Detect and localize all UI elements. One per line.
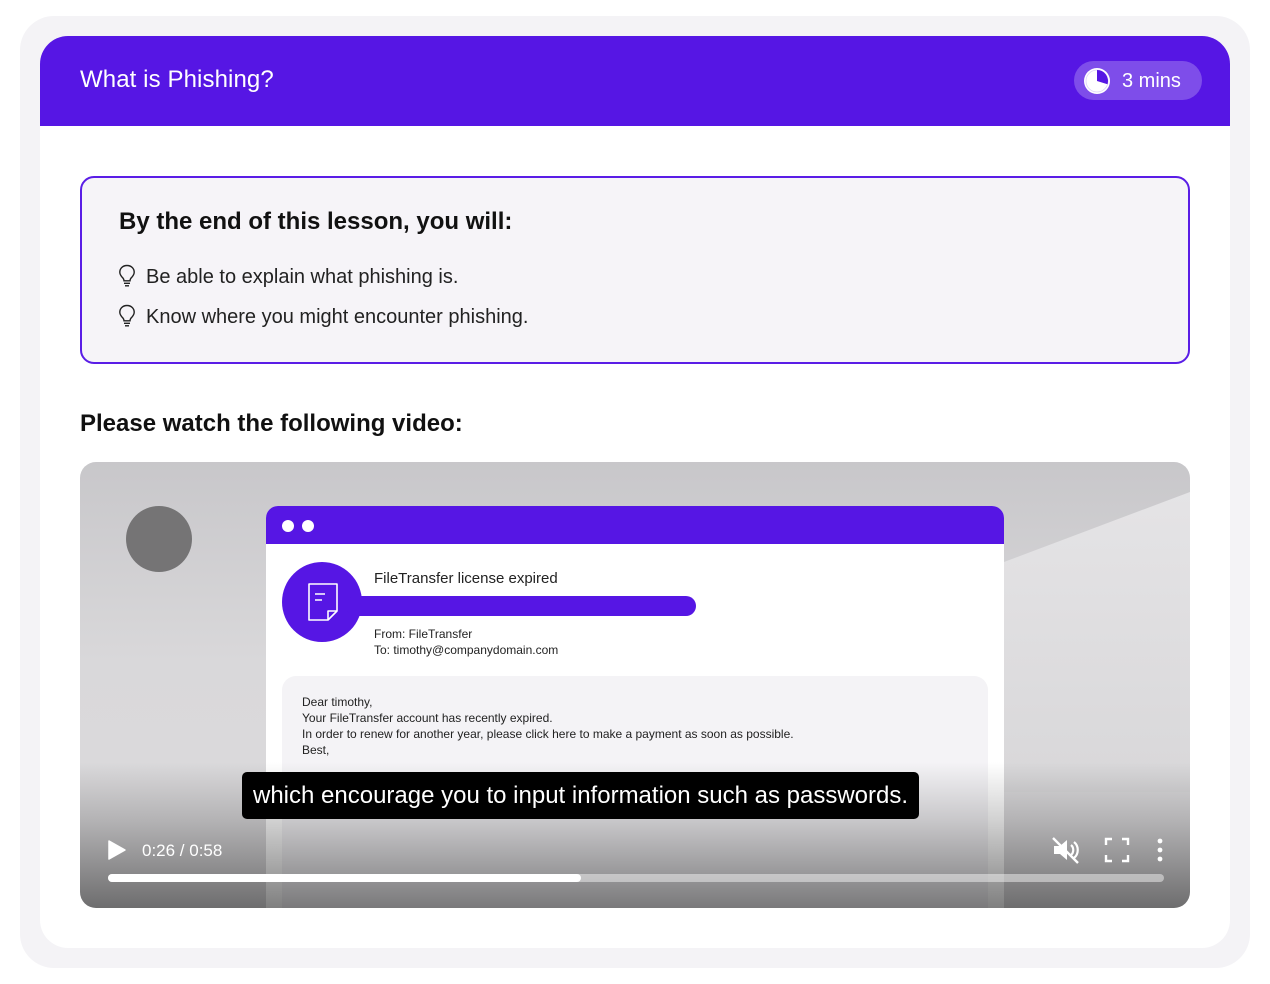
lightbulb-icon bbox=[119, 264, 135, 287]
window-dot bbox=[282, 520, 294, 532]
video-prompt: Please watch the following video: bbox=[80, 410, 463, 437]
objectives-heading: By the end of this lesson, you will: bbox=[119, 208, 513, 235]
document-icon bbox=[308, 583, 338, 621]
clock-icon bbox=[1084, 68, 1110, 94]
email-to: To: timothy@companydomain.com bbox=[374, 643, 559, 657]
play-icon[interactable] bbox=[106, 838, 128, 862]
video-background-wall bbox=[1004, 492, 1190, 792]
video-progress-bar[interactable] bbox=[108, 874, 1164, 882]
video-caption: which encourage you to input information… bbox=[242, 772, 920, 819]
email-subject: FileTransfer license expired bbox=[374, 570, 558, 587]
lesson-header: What is Phishing? 3 mins bbox=[40, 36, 1230, 126]
objective-text: Be able to explain what phishing is. bbox=[146, 266, 459, 288]
email-body-line: Best, bbox=[302, 743, 330, 757]
subject-highlight-bar bbox=[346, 596, 696, 616]
video-player[interactable]: FileTransfer license expired From: FileT… bbox=[80, 462, 1190, 908]
duration-text: 3 mins bbox=[1122, 70, 1181, 92]
video-progress-fill bbox=[108, 874, 582, 882]
email-body-line: Dear timothy, bbox=[302, 695, 373, 709]
muted-speaker-icon[interactable] bbox=[1050, 834, 1082, 866]
learning-objectives: By the end of this lesson, you will: Be … bbox=[80, 176, 1190, 364]
fullscreen-icon[interactable] bbox=[1103, 836, 1131, 864]
lesson-title: What is Phishing? bbox=[80, 66, 274, 93]
email-from: From: FileTransfer bbox=[374, 627, 473, 641]
objective-text: Know where you might encounter phishing. bbox=[146, 306, 529, 328]
more-vertical-icon[interactable] bbox=[1148, 836, 1172, 864]
video-time: 0:26 / 0:58 bbox=[142, 841, 223, 860]
video-decorative-circle bbox=[126, 506, 192, 572]
window-dot bbox=[302, 520, 314, 532]
duration-badge: 3 mins bbox=[1074, 61, 1202, 100]
email-titlebar bbox=[266, 506, 1004, 544]
email-body-line: In order to renew for another year, plea… bbox=[302, 727, 794, 741]
lesson-card: What is Phishing? 3 mins By the end of t… bbox=[40, 36, 1230, 948]
lightbulb-icon bbox=[119, 304, 135, 327]
email-body-line: Your FileTransfer account has recently e… bbox=[302, 711, 553, 725]
